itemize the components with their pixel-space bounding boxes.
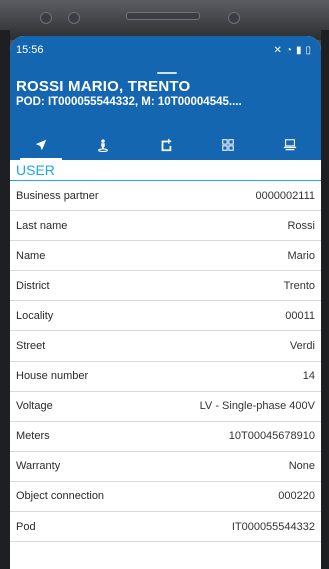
scanner-icon — [283, 139, 297, 151]
field-label: Locality — [16, 309, 54, 322]
page-subtitle: POD: IT000055544332, M: 10T00004545.... — [16, 96, 242, 108]
field-row: District Trento — [10, 271, 321, 302]
field-value: Trento — [283, 279, 315, 292]
field-value: LV - Single-phase 400V — [199, 400, 315, 413]
field-label: Pod — [16, 520, 36, 533]
sensor-icon — [40, 12, 52, 24]
tab-person[interactable] — [72, 130, 134, 160]
front-camera-icon — [228, 12, 240, 24]
signal-icon: ▮ — [295, 44, 302, 56]
wifi-icon: ◔ — [285, 44, 292, 56]
field-label: District — [16, 279, 50, 292]
tab-grid[interactable] — [197, 130, 259, 160]
field-value: 000220 — [278, 490, 315, 503]
field-value: Rossi — [287, 219, 315, 232]
mute-icon: ✕ — [273, 44, 282, 56]
field-value: 00011 — [285, 309, 315, 322]
app-bar: 15:56 ✕ ◔ ▮ ▯ ROSSI MARIO, TRENTO POD: I… — [10, 36, 321, 160]
qr-grid-icon — [221, 139, 234, 151]
tab-navigation[interactable] — [10, 130, 72, 160]
field-row: Meters 10T00045678910 — [10, 422, 321, 452]
status-icons: ✕ ◔ ▮ ▯ — [274, 45, 311, 56]
field-label: Warranty — [16, 460, 61, 473]
field-row: Pod IT000055544332 — [10, 512, 321, 543]
battery-icon: ▯ — [305, 44, 311, 56]
section-header-user: USER — [10, 160, 321, 181]
field-row: Warranty None — [10, 452, 321, 482]
field-row: Locality 00011 — [10, 301, 321, 332]
field-value: 0000002111 — [255, 189, 315, 202]
screen: 15:56 ✕ ◔ ▮ ▯ ROSSI MARIO, TRENTO POD: I… — [10, 36, 321, 569]
tab-bar — [10, 130, 321, 160]
status-bar: 15:56 ✕ ◔ ▮ ▯ — [10, 36, 321, 64]
field-label: Last name — [16, 219, 68, 232]
phone-left-bezel — [0, 30, 10, 569]
field-label: Street — [16, 340, 46, 353]
field-label: Meters — [16, 430, 50, 443]
field-label: Business partner — [16, 189, 99, 202]
field-label: Name — [16, 249, 46, 262]
field-row: Name Mario — [10, 241, 321, 272]
person-pin-icon — [98, 139, 109, 152]
field-label: Voltage — [16, 400, 53, 413]
field-label: Object connection — [16, 490, 105, 503]
speaker-grille — [126, 12, 200, 20]
phone-top-bezel — [0, 0, 329, 40]
field-value: Verdi — [289, 340, 315, 353]
navigation-arrow-icon — [35, 139, 47, 151]
phone-right-bezel — [321, 30, 329, 569]
field-row: Business partner 0000002111 — [10, 181, 321, 212]
field-row: House number 14 — [10, 362, 321, 392]
field-value: 14 — [302, 370, 315, 383]
drag-handle[interactable] — [157, 72, 177, 74]
field-value: Mario — [287, 249, 315, 262]
status-time: 15:56 — [16, 44, 44, 56]
field-row: Object connection 000220 — [10, 482, 321, 513]
field-label: House number — [16, 370, 89, 383]
field-value: 10T00045678910 — [228, 430, 315, 443]
document-add-icon — [161, 138, 171, 152]
field-value: IT000055544332 — [231, 520, 315, 533]
field-value: None — [288, 460, 315, 473]
camera-icon — [68, 12, 80, 24]
tab-document[interactable] — [134, 130, 196, 160]
field-row: Voltage LV - Single-phase 400V — [10, 392, 321, 422]
field-list: Business partner 0000002111 Last name Rossi… — [10, 181, 321, 543]
field-row: Last name Rossi — [10, 211, 321, 242]
field-row: Street Verdi — [10, 331, 321, 362]
page-title: ROSSI MARIO, TRENTO — [16, 78, 191, 95]
tab-scanner[interactable] — [259, 130, 321, 160]
